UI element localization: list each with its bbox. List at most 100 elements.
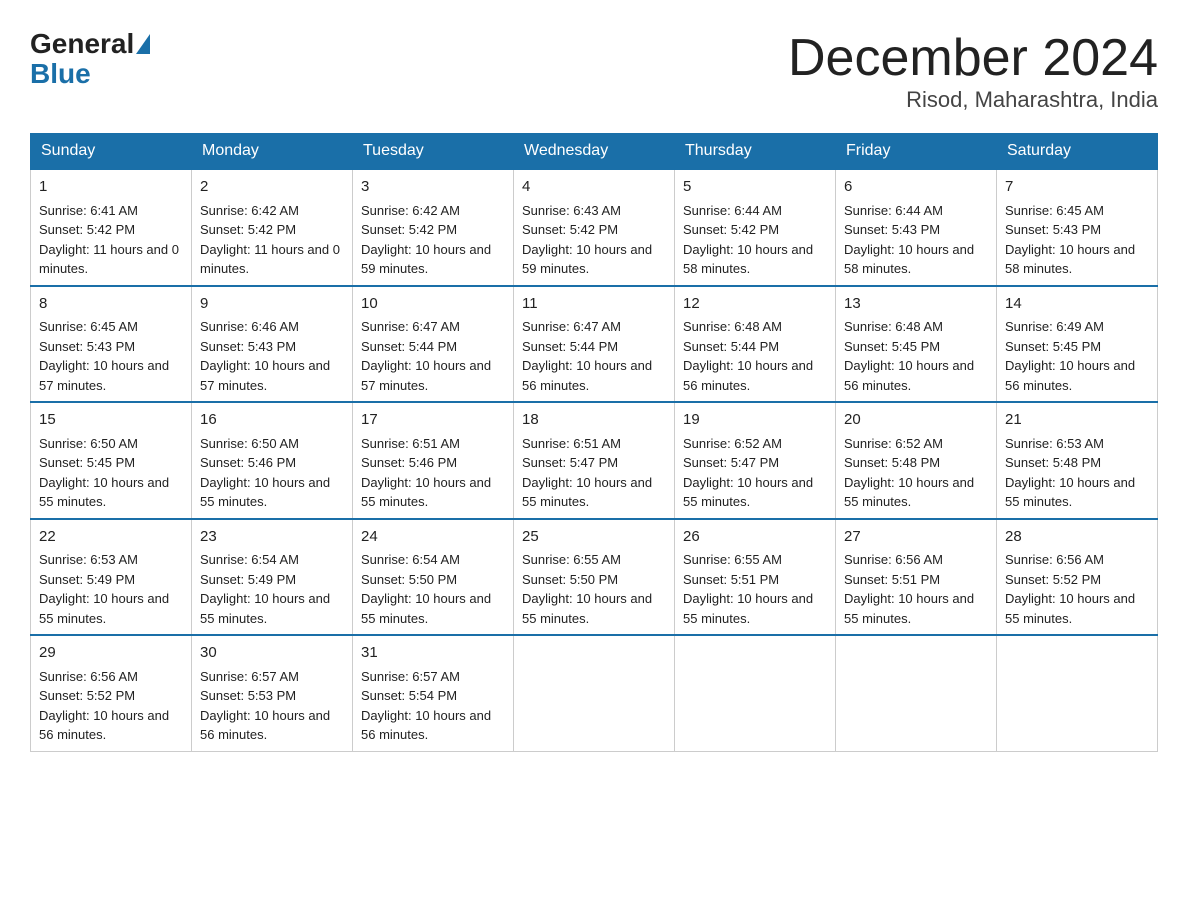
day-number: 3: [361, 176, 505, 199]
day-number: 23: [200, 526, 344, 549]
day-number: 2: [200, 176, 344, 199]
day-number: 24: [361, 526, 505, 549]
month-title: December 2024: [788, 30, 1158, 87]
day-info: Sunrise: 6:50 AMSunset: 5:46 PMDaylight:…: [200, 434, 344, 512]
calendar-cell: 15Sunrise: 6:50 AMSunset: 5:45 PMDayligh…: [31, 402, 192, 519]
calendar-cell: [836, 635, 997, 751]
calendar-table: SundayMondayTuesdayWednesdayThursdayFrid…: [30, 133, 1158, 752]
day-info: Sunrise: 6:51 AMSunset: 5:46 PMDaylight:…: [361, 434, 505, 512]
weekday-header-sunday: Sunday: [31, 134, 192, 170]
weekday-header-thursday: Thursday: [675, 134, 836, 170]
day-number: 31: [361, 642, 505, 665]
weekday-header-row: SundayMondayTuesdayWednesdayThursdayFrid…: [31, 134, 1158, 170]
day-info: Sunrise: 6:50 AMSunset: 5:45 PMDaylight:…: [39, 434, 183, 512]
day-number: 29: [39, 642, 183, 665]
logo-general-text: General: [30, 30, 134, 58]
day-number: 15: [39, 409, 183, 432]
logo-blue-text: Blue: [30, 58, 91, 89]
weekday-header-tuesday: Tuesday: [353, 134, 514, 170]
day-number: 21: [1005, 409, 1149, 432]
calendar-cell: 27Sunrise: 6:56 AMSunset: 5:51 PMDayligh…: [836, 519, 997, 636]
day-info: Sunrise: 6:48 AMSunset: 5:44 PMDaylight:…: [683, 317, 827, 395]
day-info: Sunrise: 6:56 AMSunset: 5:51 PMDaylight:…: [844, 550, 988, 628]
calendar-cell: 17Sunrise: 6:51 AMSunset: 5:46 PMDayligh…: [353, 402, 514, 519]
logo-triangle-icon: [136, 34, 150, 54]
day-info: Sunrise: 6:51 AMSunset: 5:47 PMDaylight:…: [522, 434, 666, 512]
day-info: Sunrise: 6:52 AMSunset: 5:47 PMDaylight:…: [683, 434, 827, 512]
calendar-cell: 4Sunrise: 6:43 AMSunset: 5:42 PMDaylight…: [514, 169, 675, 286]
calendar-cell: 7Sunrise: 6:45 AMSunset: 5:43 PMDaylight…: [997, 169, 1158, 286]
calendar-cell: 5Sunrise: 6:44 AMSunset: 5:42 PMDaylight…: [675, 169, 836, 286]
day-number: 10: [361, 293, 505, 316]
calendar-cell: 21Sunrise: 6:53 AMSunset: 5:48 PMDayligh…: [997, 402, 1158, 519]
day-number: 26: [683, 526, 827, 549]
calendar-cell: 30Sunrise: 6:57 AMSunset: 5:53 PMDayligh…: [192, 635, 353, 751]
weekday-header-friday: Friday: [836, 134, 997, 170]
day-number: 11: [522, 293, 666, 316]
day-number: 27: [844, 526, 988, 549]
calendar-cell: 1Sunrise: 6:41 AMSunset: 5:42 PMDaylight…: [31, 169, 192, 286]
calendar-cell: 2Sunrise: 6:42 AMSunset: 5:42 PMDaylight…: [192, 169, 353, 286]
calendar-cell: 16Sunrise: 6:50 AMSunset: 5:46 PMDayligh…: [192, 402, 353, 519]
calendar-cell: 9Sunrise: 6:46 AMSunset: 5:43 PMDaylight…: [192, 286, 353, 403]
calendar-week-row: 15Sunrise: 6:50 AMSunset: 5:45 PMDayligh…: [31, 402, 1158, 519]
day-number: 18: [522, 409, 666, 432]
day-number: 28: [1005, 526, 1149, 549]
title-area: December 2024 Risod, Maharashtra, India: [788, 30, 1158, 113]
day-info: Sunrise: 6:46 AMSunset: 5:43 PMDaylight:…: [200, 317, 344, 395]
calendar-cell: 23Sunrise: 6:54 AMSunset: 5:49 PMDayligh…: [192, 519, 353, 636]
calendar-cell: 8Sunrise: 6:45 AMSunset: 5:43 PMDaylight…: [31, 286, 192, 403]
day-number: 5: [683, 176, 827, 199]
day-number: 1: [39, 176, 183, 199]
day-info: Sunrise: 6:57 AMSunset: 5:54 PMDaylight:…: [361, 667, 505, 745]
day-info: Sunrise: 6:47 AMSunset: 5:44 PMDaylight:…: [361, 317, 505, 395]
calendar-cell: 22Sunrise: 6:53 AMSunset: 5:49 PMDayligh…: [31, 519, 192, 636]
calendar-cell: 18Sunrise: 6:51 AMSunset: 5:47 PMDayligh…: [514, 402, 675, 519]
calendar-cell: [675, 635, 836, 751]
day-number: 12: [683, 293, 827, 316]
calendar-cell: 10Sunrise: 6:47 AMSunset: 5:44 PMDayligh…: [353, 286, 514, 403]
calendar-week-row: 8Sunrise: 6:45 AMSunset: 5:43 PMDaylight…: [31, 286, 1158, 403]
day-number: 19: [683, 409, 827, 432]
location-title: Risod, Maharashtra, India: [788, 87, 1158, 113]
day-info: Sunrise: 6:52 AMSunset: 5:48 PMDaylight:…: [844, 434, 988, 512]
day-info: Sunrise: 6:53 AMSunset: 5:48 PMDaylight:…: [1005, 434, 1149, 512]
calendar-cell: 12Sunrise: 6:48 AMSunset: 5:44 PMDayligh…: [675, 286, 836, 403]
day-number: 17: [361, 409, 505, 432]
day-number: 8: [39, 293, 183, 316]
calendar-cell: 24Sunrise: 6:54 AMSunset: 5:50 PMDayligh…: [353, 519, 514, 636]
day-number: 7: [1005, 176, 1149, 199]
calendar-cell: 11Sunrise: 6:47 AMSunset: 5:44 PMDayligh…: [514, 286, 675, 403]
calendar-cell: 29Sunrise: 6:56 AMSunset: 5:52 PMDayligh…: [31, 635, 192, 751]
day-info: Sunrise: 6:54 AMSunset: 5:50 PMDaylight:…: [361, 550, 505, 628]
calendar-cell: 25Sunrise: 6:55 AMSunset: 5:50 PMDayligh…: [514, 519, 675, 636]
calendar-cell: [997, 635, 1158, 751]
day-info: Sunrise: 6:42 AMSunset: 5:42 PMDaylight:…: [361, 201, 505, 279]
day-number: 6: [844, 176, 988, 199]
calendar-week-row: 29Sunrise: 6:56 AMSunset: 5:52 PMDayligh…: [31, 635, 1158, 751]
calendar-cell: 13Sunrise: 6:48 AMSunset: 5:45 PMDayligh…: [836, 286, 997, 403]
weekday-header-wednesday: Wednesday: [514, 134, 675, 170]
day-info: Sunrise: 6:57 AMSunset: 5:53 PMDaylight:…: [200, 667, 344, 745]
day-number: 14: [1005, 293, 1149, 316]
calendar-cell: 28Sunrise: 6:56 AMSunset: 5:52 PMDayligh…: [997, 519, 1158, 636]
day-info: Sunrise: 6:55 AMSunset: 5:50 PMDaylight:…: [522, 550, 666, 628]
weekday-header-monday: Monday: [192, 134, 353, 170]
day-number: 13: [844, 293, 988, 316]
day-info: Sunrise: 6:55 AMSunset: 5:51 PMDaylight:…: [683, 550, 827, 628]
logo: General: [30, 30, 152, 58]
day-info: Sunrise: 6:54 AMSunset: 5:49 PMDaylight:…: [200, 550, 344, 628]
day-number: 4: [522, 176, 666, 199]
day-info: Sunrise: 6:47 AMSunset: 5:44 PMDaylight:…: [522, 317, 666, 395]
day-info: Sunrise: 6:56 AMSunset: 5:52 PMDaylight:…: [39, 667, 183, 745]
page-header: General Blue December 2024 Risod, Mahara…: [30, 30, 1158, 113]
calendar-cell: 20Sunrise: 6:52 AMSunset: 5:48 PMDayligh…: [836, 402, 997, 519]
calendar-cell: 31Sunrise: 6:57 AMSunset: 5:54 PMDayligh…: [353, 635, 514, 751]
day-info: Sunrise: 6:48 AMSunset: 5:45 PMDaylight:…: [844, 317, 988, 395]
day-number: 30: [200, 642, 344, 665]
day-info: Sunrise: 6:45 AMSunset: 5:43 PMDaylight:…: [1005, 201, 1149, 279]
day-number: 22: [39, 526, 183, 549]
calendar-cell: [514, 635, 675, 751]
day-info: Sunrise: 6:42 AMSunset: 5:42 PMDaylight:…: [200, 201, 344, 279]
day-info: Sunrise: 6:56 AMSunset: 5:52 PMDaylight:…: [1005, 550, 1149, 628]
